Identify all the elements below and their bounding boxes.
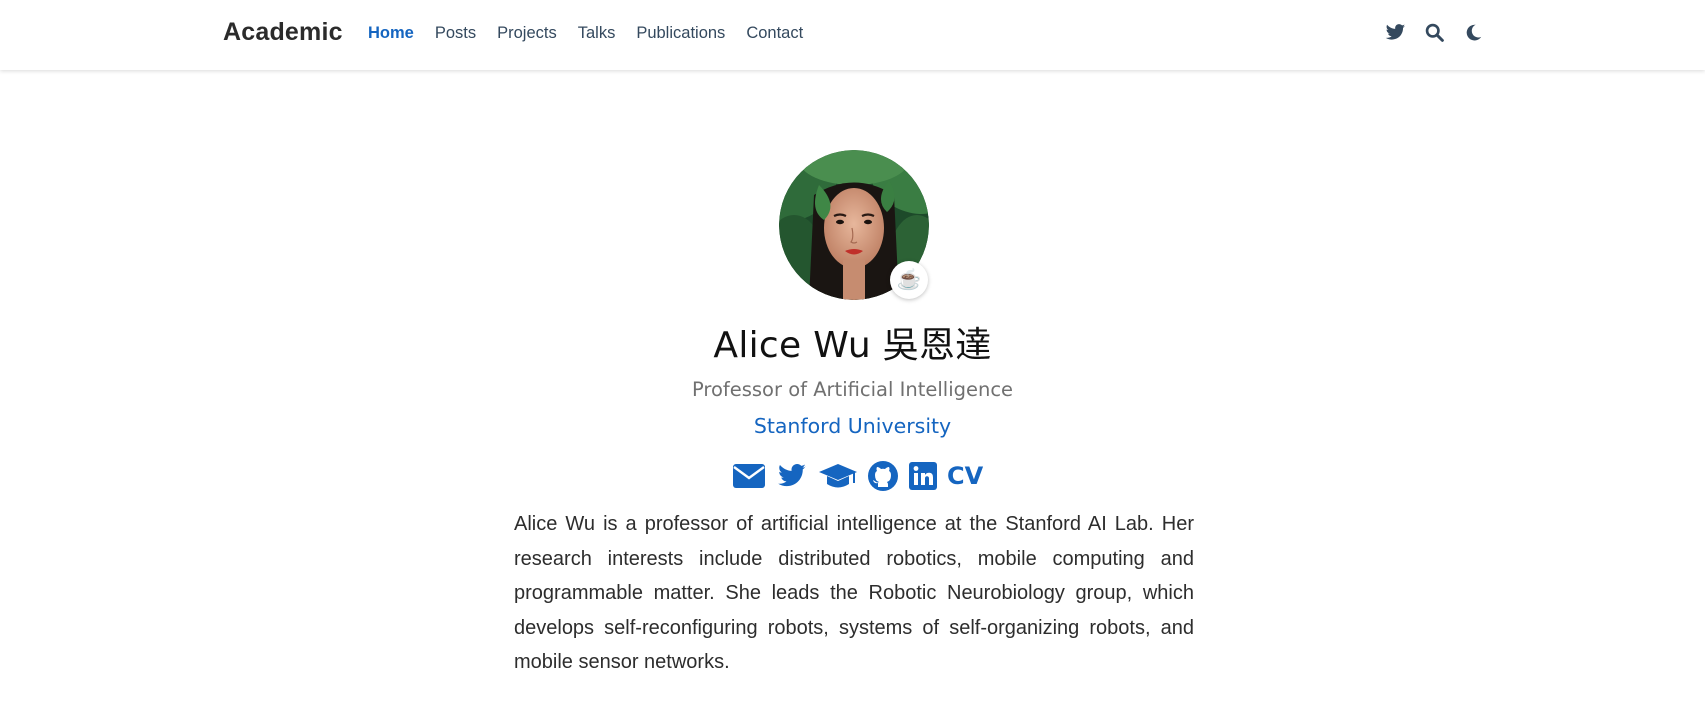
nav-link-publications[interactable]: Publications [636,24,725,43]
social-links: CV [732,459,983,493]
linkedin-icon[interactable] [908,461,938,491]
twitter-icon[interactable] [775,461,809,491]
graduation-cap-icon[interactable] [818,461,858,491]
moon-icon[interactable] [1463,22,1484,43]
profile-bio: Alice Wu is a professor of artificial in… [514,513,1194,673]
top-navbar: Academic Home Posts Projects Talks Publi… [0,0,1705,70]
search-icon[interactable] [1424,22,1445,43]
profile-organization-link[interactable]: Stanford University [0,414,1705,438]
navbar-icon-group [1385,22,1484,43]
status-badge: ☕ [890,261,928,299]
profile-name: Alice Wu 吳恩達 [713,325,992,366]
envelope-icon[interactable] [732,462,766,490]
profile-role: Professor of Artificial Intelligence [691,378,1014,401]
site-brand[interactable]: Academic [223,18,343,47]
nav-link-posts[interactable]: Posts [435,24,476,43]
github-icon[interactable] [867,460,899,492]
cv-link[interactable]: CV [947,461,983,491]
avatar-container: ☕ [779,150,929,300]
twitter-icon[interactable] [1385,22,1406,43]
nav-link-home[interactable]: Home [368,24,414,43]
nav-link-projects[interactable]: Projects [497,24,557,43]
main-nav: Home Posts Projects Talks Publications C… [368,24,803,43]
nav-link-talks[interactable]: Talks [578,24,616,43]
nav-link-contact[interactable]: Contact [746,24,803,43]
